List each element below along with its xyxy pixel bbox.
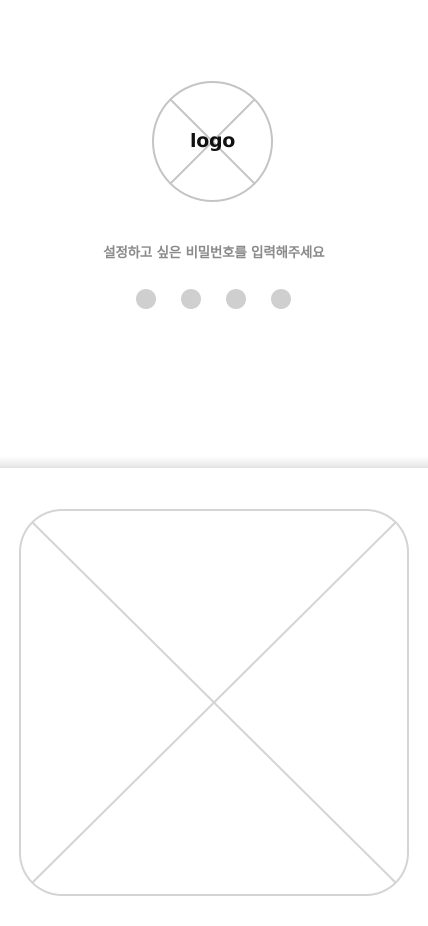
pin-dot-1 [136,289,156,309]
logo: logo [152,81,273,202]
pin-dot-2 [181,289,201,309]
password-prompt: 설정하고 싶은 비밀번호를 입력해주세요 [103,245,325,261]
image-placeholder-icon [19,509,409,896]
password-setup-screen: logo 설정하고 싶은 비밀번호를 입력해주세요 [0,0,428,926]
pin-indicator [136,289,294,309]
section-divider [0,456,428,468]
pin-dot-4 [271,289,291,309]
pin-dot-3 [226,289,246,309]
keypad-placeholder[interactable] [19,509,409,896]
logo-text: logo [189,130,236,152]
